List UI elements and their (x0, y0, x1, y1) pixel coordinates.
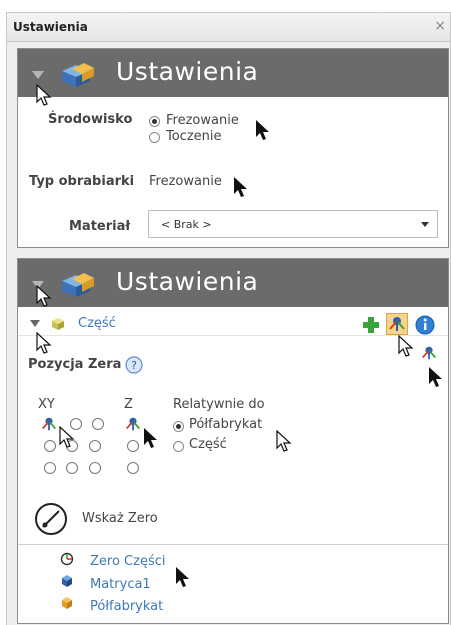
env-radio-turning[interactable] (149, 132, 160, 143)
tree-stock-icon (62, 597, 72, 609)
divider (18, 544, 448, 545)
relative-option-part[interactable]: Część (189, 437, 227, 452)
cursor-icon (176, 567, 189, 587)
panel-2-title: Ustawienia (116, 267, 259, 296)
panel-1-title: Ustawienia (116, 57, 259, 86)
window-title: Ustawienia (13, 20, 88, 34)
env-option-turning[interactable]: Toczenie (166, 129, 222, 144)
tree-matrix-icon (62, 575, 72, 587)
part-row[interactable]: Część (18, 312, 448, 336)
material-select-value: < Brak > (161, 218, 212, 231)
cursor-icon (398, 335, 414, 357)
info-icon[interactable] (414, 314, 436, 336)
tree-item-matrix[interactable]: Matryca1 (90, 577, 151, 592)
tree-zero-icon (60, 552, 74, 566)
xy-radio[interactable] (89, 440, 101, 452)
relative-radio-stock[interactable] (173, 421, 184, 432)
relative-option-stock[interactable]: Półfabrykat (189, 417, 262, 432)
cursor-icon (36, 332, 52, 354)
machine-type-value: Frezowanie (149, 174, 222, 189)
part-box-icon (62, 63, 94, 87)
cursor-icon (36, 285, 52, 307)
environment-label: Środowisko (48, 112, 133, 127)
chevron-down-icon (421, 222, 429, 227)
machine-type-label: Typ obrabiarki (29, 174, 135, 189)
cursor-icon (429, 367, 442, 387)
cursor-icon (36, 84, 52, 106)
xy-radio[interactable] (66, 462, 78, 474)
zero-position-label: Pozycja Zera (28, 357, 122, 372)
material-label: Materiał (69, 219, 131, 234)
add-icon[interactable] (360, 314, 382, 336)
part-label[interactable]: Część (78, 316, 116, 331)
z-radio[interactable] (127, 440, 139, 452)
xy-label: XY (38, 397, 55, 412)
window-titlebar: Ustawienia × (6, 12, 451, 42)
z-label: Z (124, 397, 133, 412)
svg-text:?: ? (131, 359, 137, 372)
relative-to-label: Relatywnie do (173, 397, 265, 412)
xy-radio[interactable] (44, 462, 56, 474)
panel-1-header[interactable]: Ustawienia (18, 49, 448, 97)
collapse-triangle-icon[interactable] (32, 71, 44, 79)
xy-radio[interactable] (89, 462, 101, 474)
zero-axis-icon[interactable] (40, 415, 58, 433)
tree-item-stock[interactable]: Półfabrykat (90, 599, 163, 614)
panel-2-header[interactable]: Ustawienia (18, 259, 448, 307)
xy-radio[interactable] (44, 440, 56, 452)
pick-zero-button[interactable]: Wskaż Zero (82, 511, 158, 526)
env-radio-milling[interactable] (149, 116, 160, 127)
relative-radio-part[interactable] (173, 441, 184, 452)
expand-triangle-icon[interactable] (30, 320, 40, 327)
zero-axis-icon (389, 317, 405, 331)
zero-axis-icon (422, 346, 436, 360)
cursor-icon (276, 430, 292, 452)
part-cube-icon (52, 318, 64, 330)
zero-axis-toggle-button[interactable] (386, 313, 408, 335)
close-icon[interactable]: × (434, 18, 446, 34)
help-icon[interactable]: ? (124, 355, 144, 375)
xy-radio[interactable] (92, 418, 104, 430)
target-icon[interactable] (34, 502, 68, 536)
z-radio[interactable] (127, 462, 139, 474)
cursor-icon (234, 177, 247, 197)
tree-item-part-zero[interactable]: Zero Części (90, 554, 165, 569)
zero-axis-icon[interactable] (124, 415, 142, 433)
env-option-milling[interactable]: Frezowanie (166, 113, 239, 128)
part-box-icon (62, 273, 94, 297)
cursor-icon (59, 426, 75, 448)
material-select[interactable]: < Brak > (148, 210, 438, 238)
cursor-icon (256, 120, 269, 140)
cursor-icon (144, 428, 157, 448)
